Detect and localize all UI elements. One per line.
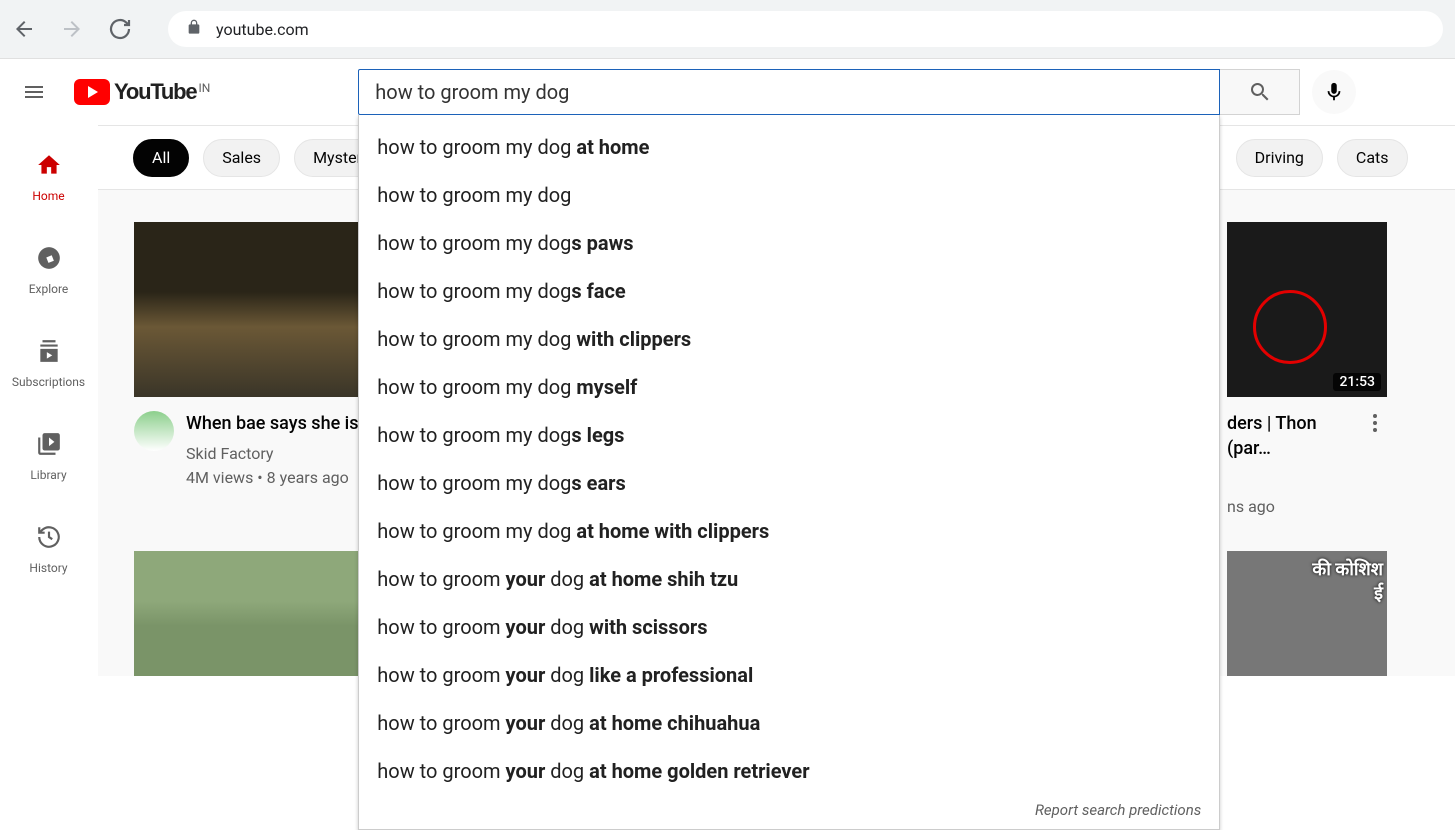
youtube-masthead: YouTube IN how to groom my dog at homeho… [0,59,1455,125]
youtube-play-icon [74,79,110,105]
subscriptions-icon [36,338,62,367]
reload-button[interactable] [108,17,132,41]
filter-chip[interactable]: All [133,139,189,177]
rail-label: Library [30,468,66,482]
address-bar[interactable]: youtube.com [168,11,1443,47]
filter-chip[interactable]: Cats [1337,139,1408,177]
rail-label: Subscriptions [12,375,85,389]
video-thumbnail[interactable]: की कोशिश ई [1227,551,1387,676]
explore-icon [36,245,62,274]
suggestion-item[interactable]: how to groom your dog at home shih tzu [359,555,1219,603]
suggestion-item[interactable]: how to groom my dogs face [359,267,1219,315]
youtube-wordmark: YouTube [114,79,196,105]
suggestion-item[interactable]: how to groom my dog [359,171,1219,219]
video-card[interactable]: 21:53 ders | Thon (par… ns ago [1227,222,1387,519]
thumbnail-overlay-text: की कोशिश ई [1312,557,1383,605]
back-button[interactable] [12,17,36,41]
video-thumbnail[interactable]: 21:53 [1227,222,1387,397]
rail-item-home[interactable]: Home [9,135,89,220]
rail-item-history[interactable]: History [9,507,89,592]
rail-label: Explore [29,282,69,296]
forward-button[interactable] [60,17,84,41]
filter-chip[interactable]: Sales [203,139,280,177]
video-card[interactable]: की कोशिश ई [1227,551,1387,676]
video-options-button[interactable] [1363,411,1387,519]
library-icon [36,431,62,460]
search-button[interactable] [1220,69,1300,115]
search-suggestions-dropdown: how to groom my dog at homehow to groom … [358,115,1220,830]
search-input[interactable] [358,69,1220,115]
suggestion-item[interactable]: how to groom my dog at home with clipper… [359,507,1219,555]
video-meta: ns ago [1227,495,1351,519]
suggestion-item[interactable]: how to groom my dogs paws [359,219,1219,267]
lock-icon [186,19,202,39]
suggestion-item[interactable]: how to groom your dog at home chihuahua [359,699,1219,747]
rail-label: Home [32,189,64,203]
suggestion-item[interactable]: how to groom your dog with scissors [359,603,1219,651]
suggestion-item[interactable]: how to groom my dogs legs [359,411,1219,459]
video-title[interactable]: ders | Thon (par… [1227,411,1351,461]
voice-search-button[interactable] [1312,70,1356,114]
rail-item-library[interactable]: Library [9,414,89,499]
region-code: IN [198,81,210,95]
highlight-circle-icon [1253,290,1327,364]
browser-toolbar: youtube.com [0,0,1455,59]
rail-item-subscriptions[interactable]: Subscriptions [9,321,89,406]
suggestion-item[interactable]: how to groom my dog at home [359,123,1219,171]
youtube-logo[interactable]: YouTube [74,79,196,105]
home-icon [36,152,62,181]
video-duration: 21:53 [1333,373,1381,391]
suggestion-item[interactable]: how to groom your dog like a professiona… [359,651,1219,699]
menu-button[interactable] [22,80,46,104]
suggestion-item[interactable]: how to groom my dogs ears [359,459,1219,507]
suggestion-item[interactable]: how to groom your dog at home golden ret… [359,747,1219,795]
left-rail: Home Explore Subscriptions Library History [0,125,97,821]
rail-label: History [29,561,67,575]
suggestion-item[interactable]: how to groom my dog myself [359,363,1219,411]
filter-chip[interactable]: Driving [1236,139,1323,177]
suggestion-item[interactable]: how to groom my dog with clippers [359,315,1219,363]
rail-item-explore[interactable]: Explore [9,228,89,313]
url-text: youtube.com [216,20,309,39]
history-icon [36,524,62,553]
channel-avatar[interactable] [134,411,174,451]
